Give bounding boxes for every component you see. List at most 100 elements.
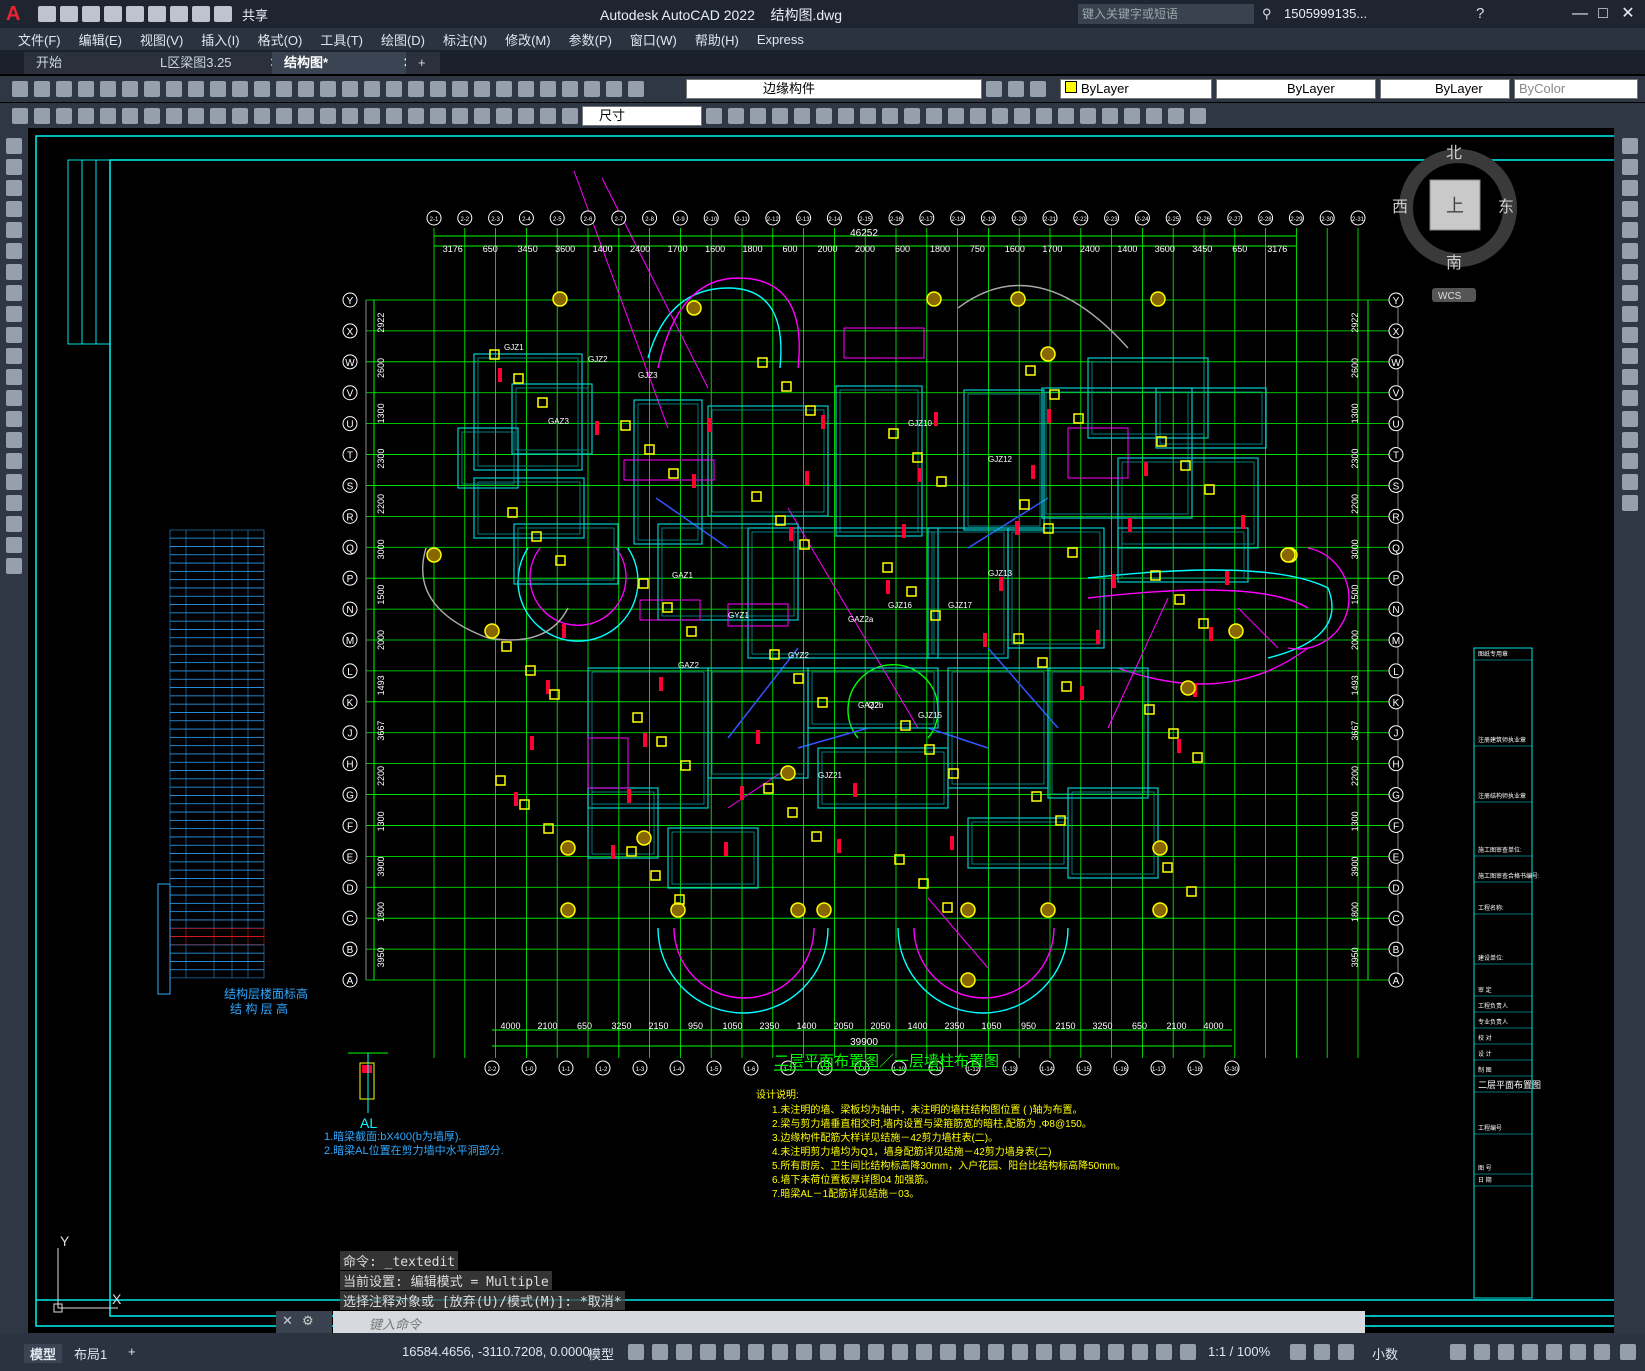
tab-liangtu[interactable]: L区梁图3.25 ✕ xyxy=(148,52,292,74)
menu-format[interactable]: 格式(O) xyxy=(258,30,303,49)
modify-tool-icon[interactable] xyxy=(1622,369,1638,385)
open-icon[interactable] xyxy=(60,6,78,22)
viewcube[interactable]: 上 北 南 东 西 WCS xyxy=(1392,144,1517,302)
layer-dropdown[interactable]: 边缘构件 xyxy=(686,79,982,99)
draw-tool-icon[interactable] xyxy=(6,474,22,490)
status-toggle-icon[interactable] xyxy=(796,1344,812,1360)
dim-tool-38-icon[interactable] xyxy=(970,108,986,124)
menu-edit[interactable]: 编辑(E) xyxy=(79,30,122,49)
dim-tool-0-icon[interactable] xyxy=(12,108,28,124)
dim-tool-20-icon[interactable] xyxy=(452,108,468,124)
dim-tool-12-icon[interactable] xyxy=(276,108,292,124)
modify-tool-icon[interactable] xyxy=(1622,348,1638,364)
dim-tool-35-icon[interactable] xyxy=(904,108,920,124)
dim-tool-15-icon[interactable] xyxy=(342,108,358,124)
dim-tool-9-icon[interactable] xyxy=(210,108,226,124)
tool-10-icon[interactable] xyxy=(232,81,248,97)
units[interactable]: 小数 xyxy=(1372,1344,1398,1363)
menu-modify[interactable]: 修改(M) xyxy=(505,30,551,49)
modify-tool-icon[interactable] xyxy=(1622,180,1638,196)
modify-tool-icon[interactable] xyxy=(1622,222,1638,238)
draw-tool-icon[interactable] xyxy=(6,264,22,280)
tool-11-icon[interactable] xyxy=(254,81,270,97)
draw-tool-icon[interactable] xyxy=(6,243,22,259)
tool-28-icon[interactable] xyxy=(628,81,644,97)
tool-14-icon[interactable] xyxy=(320,81,336,97)
tool-9-icon[interactable] xyxy=(210,81,226,97)
dim-tool-16-icon[interactable] xyxy=(364,108,380,124)
dim-tool-42-icon[interactable] xyxy=(1058,108,1074,124)
share-button[interactable]: 共享 xyxy=(242,5,268,24)
status-toggle-icon[interactable] xyxy=(964,1344,980,1360)
help-icon[interactable]: ? xyxy=(1476,5,1484,22)
modify-tool-icon[interactable] xyxy=(1622,264,1638,280)
dimstyle-dropdown[interactable]: 尺寸 xyxy=(582,106,702,126)
status-toggle-icon[interactable] xyxy=(724,1344,740,1360)
status-toggle-icon[interactable] xyxy=(1132,1344,1148,1360)
dim-tool-36-icon[interactable] xyxy=(926,108,942,124)
dim-tool-5-icon[interactable] xyxy=(122,108,138,124)
status-toggle-icon[interactable] xyxy=(940,1344,956,1360)
dim-tool-33-icon[interactable] xyxy=(860,108,876,124)
autocad-logo-icon[interactable]: A xyxy=(6,3,28,25)
dim-tool-45-icon[interactable] xyxy=(1124,108,1140,124)
status-toggle-icon[interactable] xyxy=(1338,1344,1354,1360)
tool-15-icon[interactable] xyxy=(342,81,358,97)
menu-express[interactable]: Express xyxy=(757,32,804,47)
tool-12-icon[interactable] xyxy=(276,81,292,97)
status-toggle-icon[interactable] xyxy=(700,1344,716,1360)
draw-tool-icon[interactable] xyxy=(6,453,22,469)
dim-tool-24-icon[interactable] xyxy=(540,108,556,124)
dim-tool-11-icon[interactable] xyxy=(254,108,270,124)
dim-tool-29-icon[interactable] xyxy=(772,108,788,124)
tool-19-icon[interactable] xyxy=(430,81,446,97)
tool-20-icon[interactable] xyxy=(452,81,468,97)
tool-3-icon[interactable] xyxy=(78,81,94,97)
status-toggle-icon[interactable] xyxy=(892,1344,908,1360)
viewcube-west[interactable]: 西 xyxy=(1392,199,1408,216)
tool-5-icon[interactable] xyxy=(122,81,138,97)
menu-view[interactable]: 视图(V) xyxy=(140,30,183,49)
drawing-canvas[interactable]: 图纸专用章 注册建筑师执业章 注册结构师执业章 施工图审查单位: 施工图审查合格书编号:… xyxy=(28,128,1637,1333)
customize-icon[interactable]: ⚙ xyxy=(302,1313,314,1329)
menu-help[interactable]: 帮助(H) xyxy=(695,30,739,49)
dim-tool-43-icon[interactable] xyxy=(1080,108,1096,124)
tool-24-icon[interactable] xyxy=(540,81,556,97)
status-toggle-icon[interactable] xyxy=(1060,1344,1076,1360)
tool-4-icon[interactable] xyxy=(100,81,116,97)
tab-start[interactable]: 开始 xyxy=(24,52,168,74)
status-toggle-icon[interactable] xyxy=(772,1344,788,1360)
tool-7-icon[interactable] xyxy=(166,81,182,97)
tool-1-icon[interactable] xyxy=(34,81,50,97)
dim-tool-2-icon[interactable] xyxy=(56,108,72,124)
draw-tool-icon[interactable] xyxy=(6,180,22,196)
dim-tool-46-icon[interactable] xyxy=(1146,108,1162,124)
draw-tool-icon[interactable] xyxy=(6,306,22,322)
tool-27-icon[interactable] xyxy=(606,81,622,97)
draw-tool-icon[interactable] xyxy=(6,159,22,175)
draw-tool-icon[interactable] xyxy=(6,495,22,511)
status-toggle-icon[interactable] xyxy=(1012,1344,1028,1360)
model-space-button[interactable]: 模型 xyxy=(588,1344,614,1363)
status-toggle-icon[interactable] xyxy=(988,1344,1004,1360)
draw-tool-icon[interactable] xyxy=(6,558,22,574)
tool-13-icon[interactable] xyxy=(298,81,314,97)
dim-tool-10-icon[interactable] xyxy=(232,108,248,124)
dim-tool-44-icon[interactable] xyxy=(1102,108,1118,124)
lineweight-dropdown[interactable]: ByLayer xyxy=(1380,79,1510,99)
modify-tool-icon[interactable] xyxy=(1622,243,1638,259)
dim-tool-7-icon[interactable] xyxy=(166,108,182,124)
plotstyle-dropdown[interactable]: ByColor xyxy=(1514,79,1638,99)
color-dropdown[interactable]: ByLayer xyxy=(1060,79,1212,99)
dim-tool-27-icon[interactable] xyxy=(728,108,744,124)
modify-tool-icon[interactable] xyxy=(1622,285,1638,301)
linetype-dropdown[interactable]: ByLayer xyxy=(1216,79,1376,99)
dim-tool-25-icon[interactable] xyxy=(562,108,578,124)
dim-tool-37-icon[interactable] xyxy=(948,108,964,124)
viewcube-south[interactable]: 南 xyxy=(1446,254,1462,272)
tool-8-icon[interactable] xyxy=(188,81,204,97)
save-as-icon[interactable] xyxy=(104,6,122,22)
status-toggle-icon[interactable] xyxy=(676,1344,692,1360)
status-toggle-icon[interactable] xyxy=(1570,1344,1586,1360)
dim-tool-22-icon[interactable] xyxy=(496,108,512,124)
